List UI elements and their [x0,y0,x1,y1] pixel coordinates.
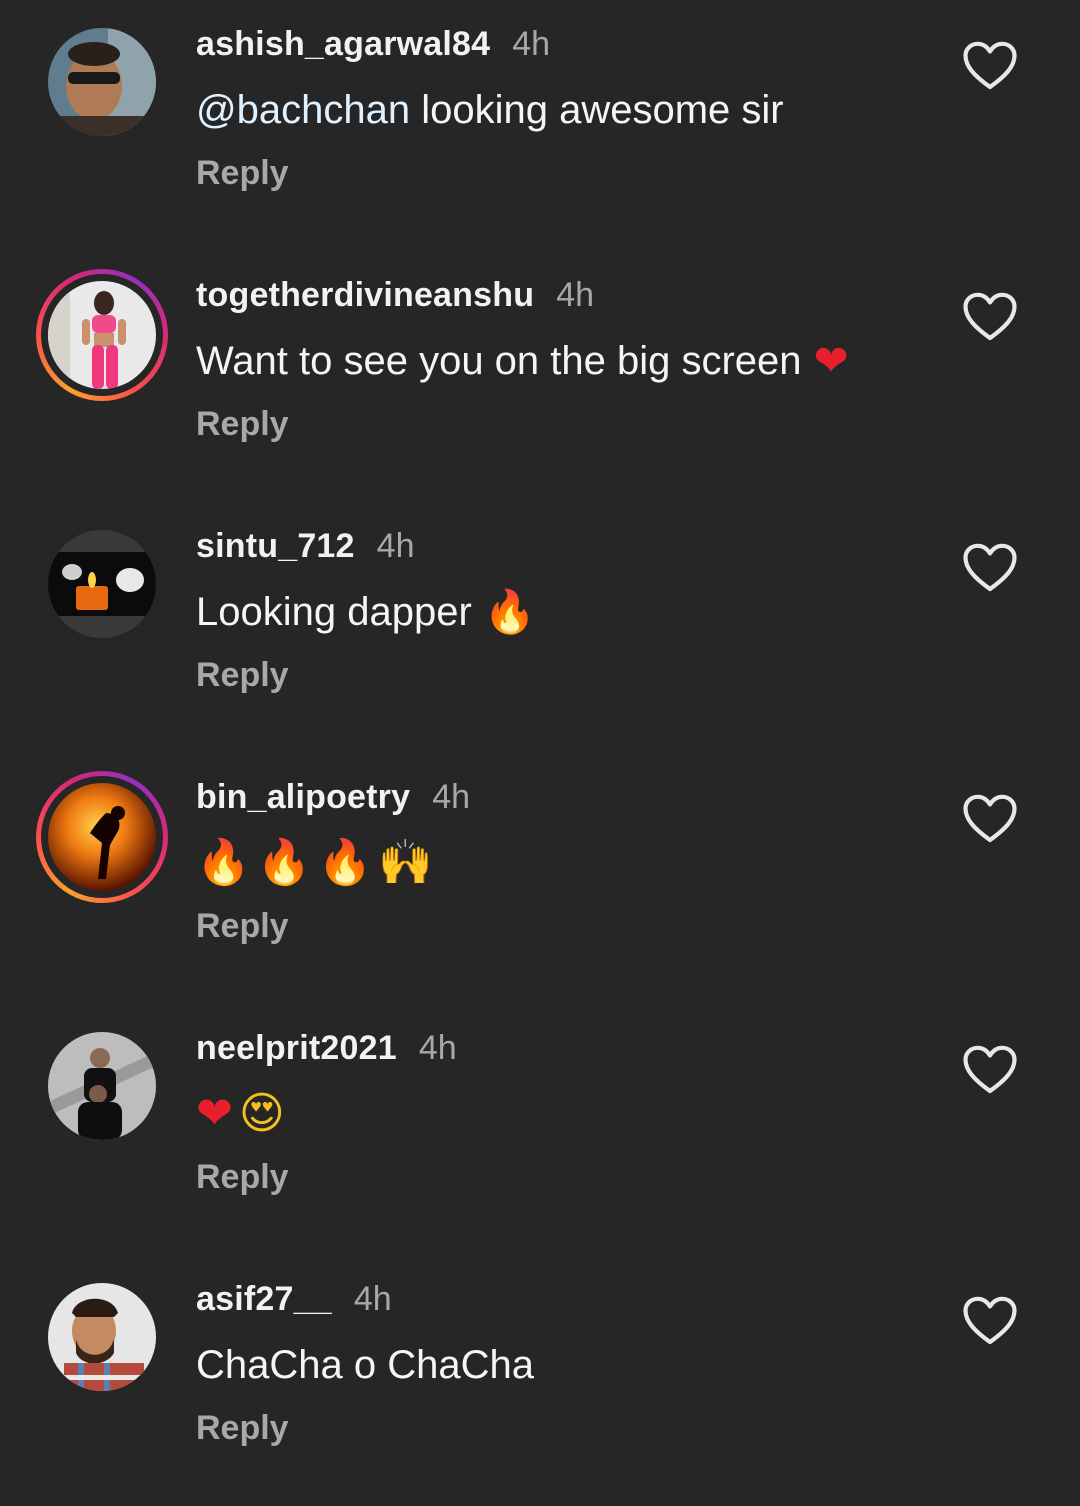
reply-button[interactable]: Reply [196,1154,289,1200]
reply-button[interactable]: Reply [196,652,289,698]
timestamp: 4h [418,1028,457,1067]
reply-button[interactable]: Reply [196,401,289,447]
like-button[interactable] [962,542,1018,594]
username[interactable]: bin_alipoetry [196,778,410,817]
emoji-row: ❤ 😍 [196,1092,291,1136]
fire-emoji: 🔥 [317,837,373,888]
comment-item: togetherdivineanshu 4h Want to see you o… [0,251,1080,502]
avatar[interactable] [48,530,156,638]
like-button[interactable] [962,40,1018,92]
comment-meta: togetherdivineanshu 4h [196,273,594,317]
comment-text: ❤ 😍 [196,1086,291,1142]
comment-meta: asif27__ 4h [196,1277,392,1321]
mention-link[interactable]: @bachchan [196,88,410,133]
fire-emoji: 🔥 [483,587,537,636]
comment-item: sintu_712 4h Looking dapper 🔥 Reply [0,502,1080,753]
heart-outline-icon [963,292,1017,341]
heart-outline-icon [963,1296,1017,1345]
comment-item: asif27__ 4h ChaCha o ChaCha Reply [0,1255,1080,1506]
like-button[interactable] [962,1044,1018,1096]
avatar-photo [48,28,156,136]
comment-text: 🔥 🔥 🔥 🙌 [196,835,439,891]
username[interactable]: neelprit2021 [196,1029,397,1068]
heart-outline-icon [963,41,1017,90]
reply-button[interactable]: Reply [196,150,289,196]
like-button[interactable] [962,1295,1018,1347]
avatar[interactable] [48,28,156,136]
avatar-story-ring[interactable] [36,269,168,401]
avatar-photo [48,281,156,389]
comment-item: ashish_agarwal84 4h @bachchan looking aw… [0,0,1080,251]
avatar-story-ring[interactable] [36,771,168,903]
comment-meta: sintu_712 4h [196,524,414,568]
username[interactable]: sintu_712 [196,527,355,566]
avatar[interactable] [48,1283,156,1391]
comments-list: ashish_agarwal84 4h @bachchan looking aw… [0,0,1080,1494]
heart-outline-icon [963,543,1017,592]
comment-text-content: looking awesome sir [410,87,784,132]
comment-meta: ashish_agarwal84 4h [196,22,550,66]
comment-text: ChaCha o ChaCha [196,1337,534,1393]
comment-text: Want to see you on the big screen ❤ [196,333,849,389]
like-button[interactable] [962,291,1018,343]
comment-item: bin_alipoetry 4h 🔥 🔥 🔥 🙌 Reply [0,753,1080,1004]
comment-text-content: ChaCha o ChaCha [196,1342,534,1387]
raising-hands-emoji: 🙌 [378,837,434,888]
reply-button[interactable]: Reply [196,1405,289,1451]
comment-text: Looking dapper 🔥 [196,584,536,640]
heart-outline-icon [963,794,1017,843]
timestamp: 4h [512,24,551,63]
red-heart-emoji: ❤ [196,1088,233,1139]
comment-text: @bachchan looking awesome sir [196,82,784,138]
emoji-row: 🔥 🔥 🔥 🙌 [196,841,439,885]
reply-button[interactable]: Reply [196,903,289,949]
comment-text-content: Want to see you on the big screen [196,338,802,383]
avatar-photo [48,1032,156,1140]
username[interactable]: asif27__ [196,1280,332,1319]
avatar-photo [48,530,156,638]
comment-meta: bin_alipoetry 4h [196,775,470,819]
comment-meta: neelprit2021 4h [196,1026,457,1070]
red-heart-emoji: ❤ [813,336,849,385]
avatar-photo [48,783,156,891]
timestamp: 4h [432,777,471,816]
username[interactable]: togetherdivineanshu [196,276,534,315]
comment-item: neelprit2021 4h ❤ 😍 Reply [0,1004,1080,1255]
heart-eyes-emoji: 😍 [238,1088,285,1139]
fire-emoji: 🔥 [256,837,312,888]
timestamp: 4h [353,1279,392,1318]
timestamp: 4h [556,275,595,314]
heart-outline-icon [963,1045,1017,1094]
timestamp: 4h [376,526,415,565]
username[interactable]: ashish_agarwal84 [196,25,490,64]
fire-emoji: 🔥 [196,837,251,888]
avatar[interactable] [48,1032,156,1140]
avatar-photo [48,1283,156,1391]
comment-text-content: Looking dapper [196,589,472,634]
like-button[interactable] [962,793,1018,845]
